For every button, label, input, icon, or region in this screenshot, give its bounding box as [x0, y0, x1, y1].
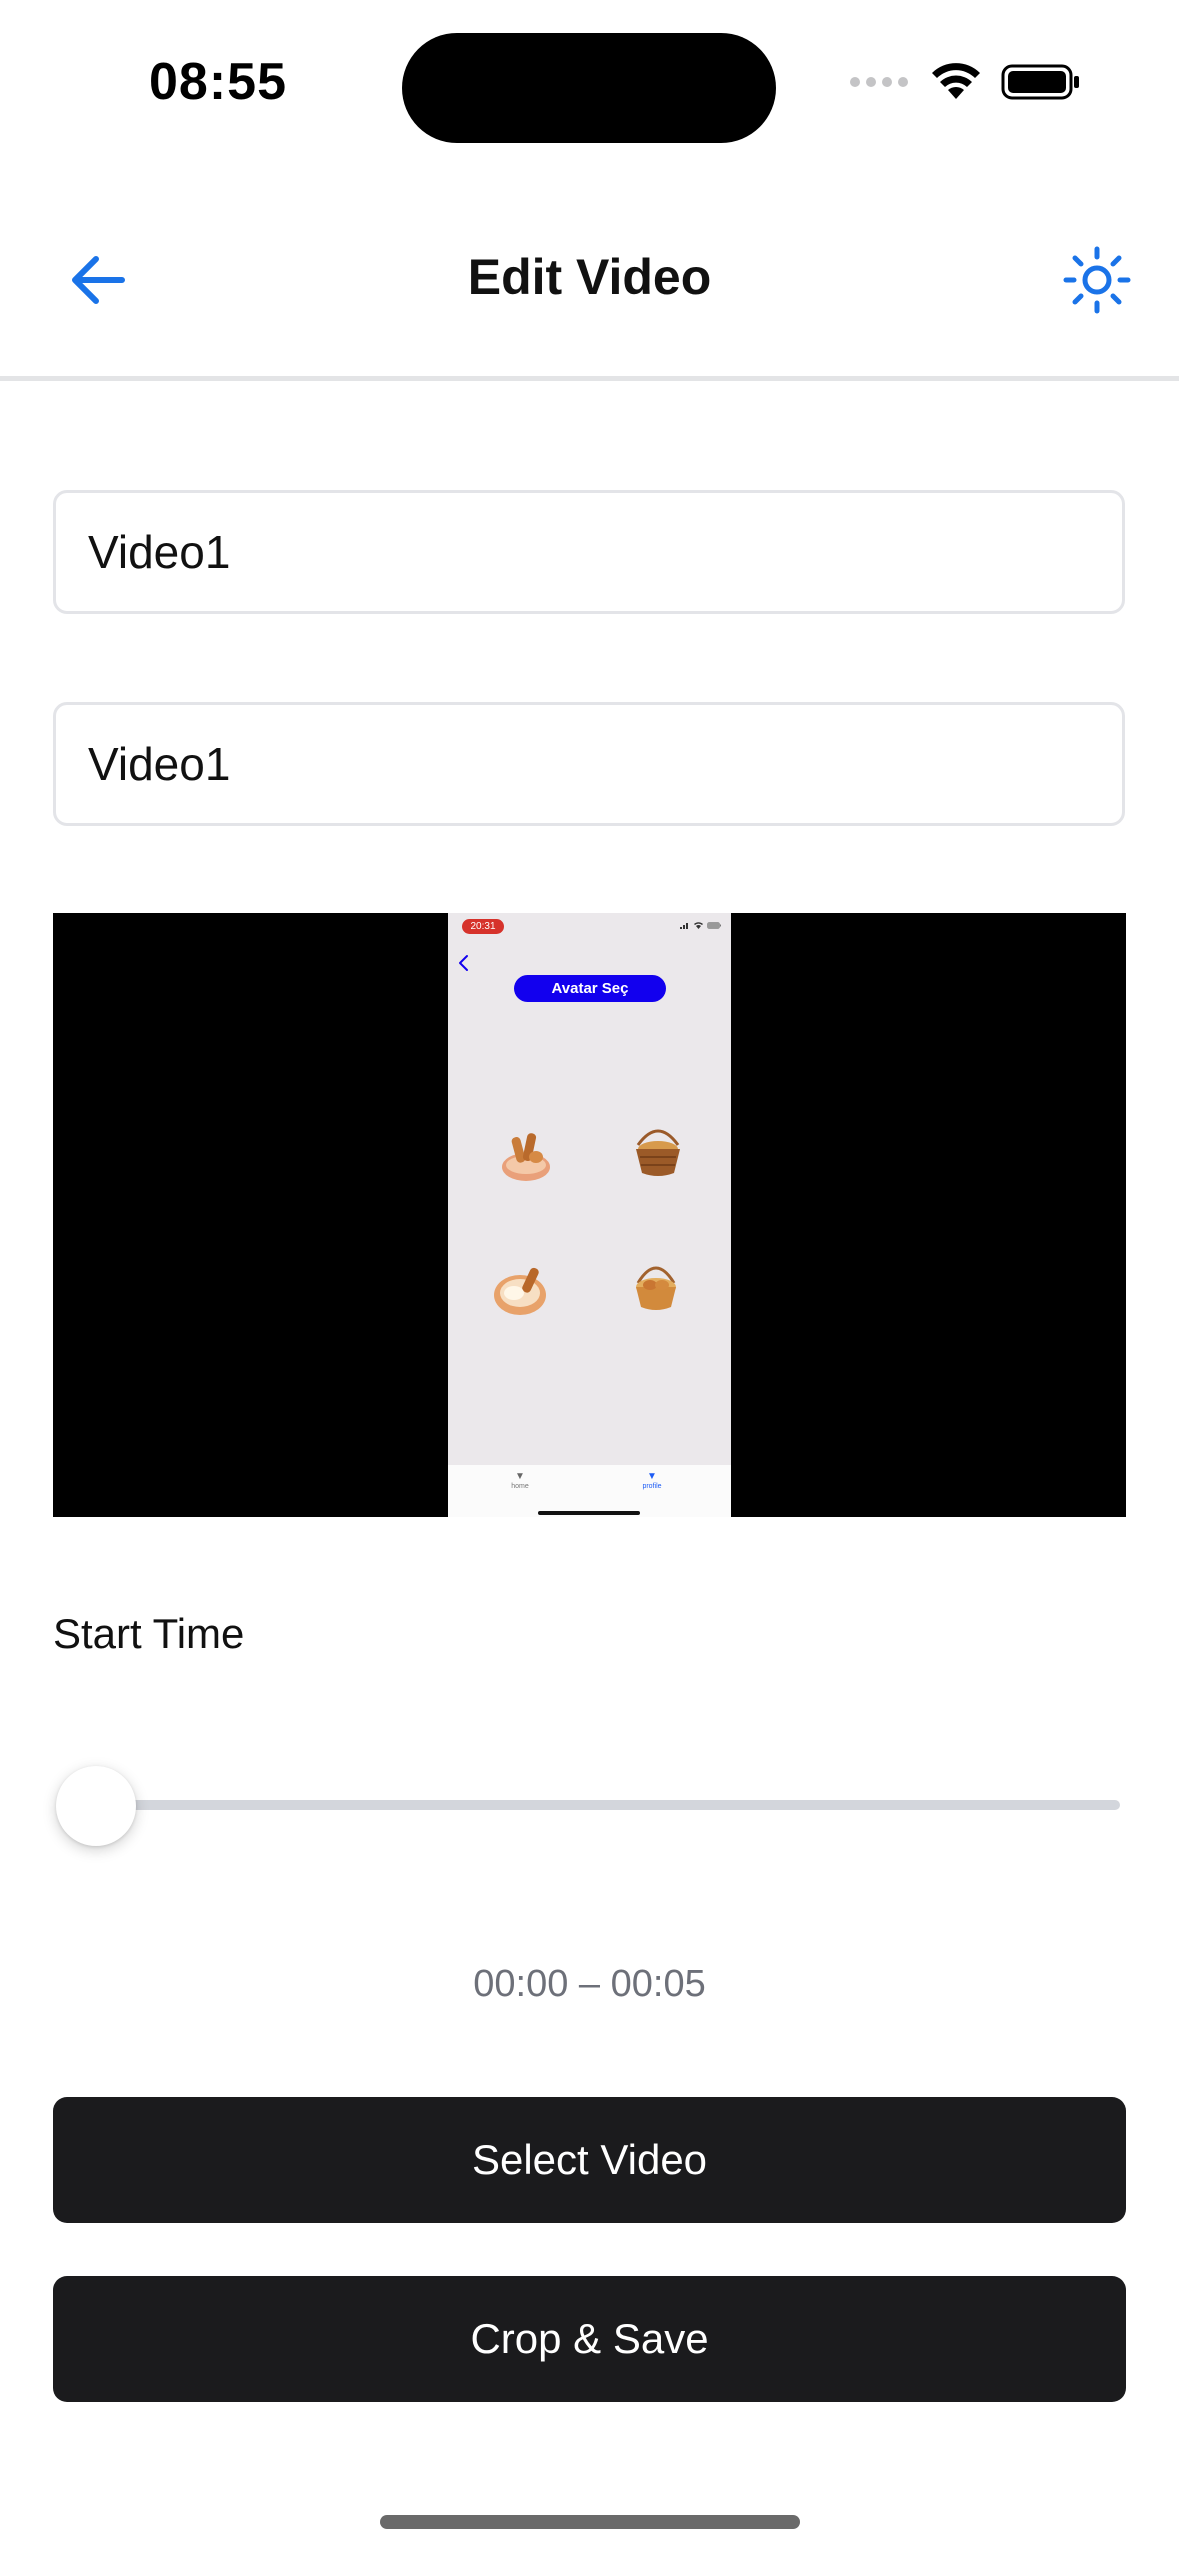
- battery-icon: [1001, 64, 1079, 100]
- video-frame-time: 20:31: [462, 919, 504, 934]
- video-frame-tab-bar: ▼ home ▼ profile: [448, 1465, 731, 1517]
- status-bar: 08:55: [0, 0, 1179, 175]
- video-frame-tab-profile: ▼ profile: [622, 1471, 682, 1490]
- time-range-text: 00:00 – 00:05: [473, 1963, 706, 2005]
- sun-icon: [1063, 246, 1131, 314]
- video-preview[interactable]: 20:31 Avatar Seç ▼ home ▼ profile: [53, 913, 1126, 1517]
- triangle-down-icon: ▼: [515, 1471, 525, 1482]
- slider-thumb[interactable]: [56, 1766, 136, 1846]
- crop-save-button[interactable]: Crop & Save: [53, 2276, 1126, 2402]
- wifi-icon: [694, 922, 703, 929]
- chevron-left-icon: [459, 955, 468, 971]
- theme-toggle-button[interactable]: [1057, 240, 1137, 320]
- home-indicator: [380, 2515, 800, 2529]
- video-frame-home-indicator: [538, 1511, 640, 1515]
- video-description-input[interactable]: [53, 702, 1125, 826]
- cellular-signal-icon: [680, 923, 688, 929]
- video-title-input[interactable]: [53, 490, 1125, 614]
- bread-basket-icon: [636, 1266, 676, 1310]
- select-video-button[interactable]: Select Video: [53, 2097, 1126, 2223]
- battery-icon: [707, 922, 721, 929]
- video-frame-status-bar: 20:31: [448, 913, 731, 937]
- bread-basket-icon: [494, 1267, 546, 1315]
- cellular-signal-icon: [850, 77, 908, 87]
- bread-basket-icon: [502, 1133, 550, 1181]
- video-frame-tab-label: profile: [642, 1483, 662, 1490]
- status-icons: [849, 63, 1081, 101]
- dynamic-island: [402, 33, 776, 143]
- video-frame: 20:31 Avatar Seç ▼ home ▼ profile: [448, 913, 731, 1517]
- header-divider: [0, 376, 1179, 381]
- nav-header: Edit Video: [0, 220, 1179, 380]
- status-time: 08:55: [149, 53, 287, 111]
- start-time-label: Start Time: [53, 1610, 245, 1657]
- bread-basket-icon: [636, 1129, 680, 1176]
- triangle-down-icon: ▼: [647, 1471, 657, 1482]
- video-frame-status-icons: [680, 922, 721, 929]
- slider-track[interactable]: [100, 1800, 1120, 1810]
- wifi-icon: [932, 63, 980, 99]
- video-frame-title: Avatar Seç: [514, 975, 666, 1002]
- video-frame-tab-label: home: [511, 1483, 529, 1490]
- start-time-slider[interactable]: [56, 1760, 1120, 1850]
- page-title: Edit Video: [467, 249, 712, 305]
- video-frame-tab-home: ▼ home: [490, 1471, 550, 1490]
